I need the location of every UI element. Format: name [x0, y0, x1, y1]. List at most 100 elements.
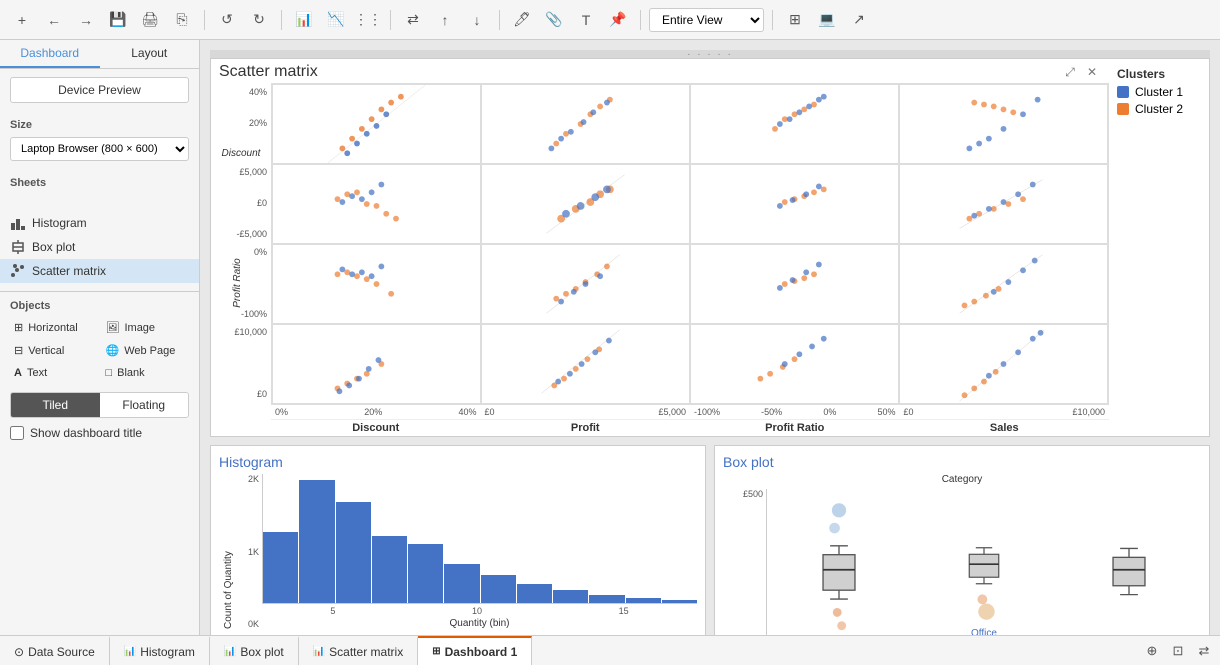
scatter-y-axis: 40% 20% Discount £5,000 £0 -£5,000: [211, 83, 271, 405]
cell-13: [899, 164, 1108, 244]
annotate-button[interactable]: 📎: [540, 6, 568, 34]
forward-button[interactable]: →: [72, 6, 100, 34]
scatter-button[interactable]: ⋮⋮: [354, 6, 382, 34]
new-button[interactable]: +: [8, 6, 36, 34]
histogram-bars-container: 5 10 15 Quantity (bin): [262, 474, 697, 629]
share-button[interactable]: ↗: [845, 6, 873, 34]
tab-dashboard[interactable]: Dashboard: [0, 40, 100, 68]
y-row-profit: £5,000 £0 -£5,000: [211, 163, 271, 243]
cluster1-label: Cluster 1: [1135, 85, 1183, 99]
tab-scatter-matrix[interactable]: 📊 Scatter matrix: [299, 636, 418, 665]
tab-histogram[interactable]: 📊 Histogram: [110, 636, 210, 665]
left-panel: Dashboard Layout Device Preview Size Lap…: [0, 40, 200, 635]
save-button[interactable]: 💾: [104, 6, 132, 34]
object-blank[interactable]: □ Blank: [102, 364, 190, 382]
scatter-expand-button[interactable]: ⤢: [1061, 63, 1079, 81]
scatter-grid: [271, 83, 1109, 405]
size-dropdown[interactable]: Laptop Browser (800 × 600): [10, 137, 189, 161]
sheet-item-boxplot[interactable]: Box plot: [0, 235, 199, 259]
scatter-grid-container: 40% 20% Discount £5,000 £0 -£5,000: [211, 83, 1109, 405]
show-title-container: Show dashboard title: [10, 426, 189, 440]
cell-30: [272, 324, 481, 404]
device-button[interactable]: 💻: [813, 6, 841, 34]
boxplot-title: Box plot: [723, 454, 1201, 470]
object-horizontal[interactable]: ⊞ Horizontal: [10, 318, 98, 337]
undo-button[interactable]: ↺: [213, 6, 241, 34]
x-title-sales: Sales: [900, 420, 1110, 436]
bar-1: [263, 532, 298, 603]
swap-sheet-button[interactable]: ⇄: [1192, 639, 1216, 663]
text-button[interactable]: T: [572, 6, 600, 34]
bar-10: [589, 595, 624, 603]
object-text[interactable]: A Text: [10, 364, 98, 382]
tab-dashboard-1[interactable]: ⊞ Dashboard 1: [418, 636, 532, 665]
y-row-discount: 40% 20% Discount: [211, 83, 271, 163]
device-preview-button[interactable]: Device Preview: [10, 77, 189, 103]
tiled-button[interactable]: Tiled: [11, 393, 100, 417]
chart-button[interactable]: 📊: [290, 6, 318, 34]
object-webpage[interactable]: 🌐 Web Page: [102, 341, 190, 360]
pin-button[interactable]: 📌: [604, 6, 632, 34]
x-ticks-profit: £0£5,000: [481, 405, 691, 419]
object-vertical[interactable]: ⊟ Vertical: [10, 341, 98, 360]
print-button[interactable]: 🖨: [136, 6, 164, 34]
add-sheet-button[interactable]: ⊕: [1140, 639, 1164, 663]
bar-8: [517, 584, 552, 603]
bar-12: [662, 600, 697, 603]
cell-01: [481, 84, 690, 164]
cluster2-label: Cluster 2: [1135, 102, 1183, 116]
view-dropdown[interactable]: Entire View Standard Fit Width: [649, 8, 764, 32]
tab-data-source[interactable]: ⊙ Data Source: [0, 636, 110, 665]
panel-tabs: Dashboard Layout: [0, 40, 199, 69]
object-image[interactable]: 🖼 Image: [102, 318, 190, 337]
swap-button[interactable]: ⇄: [399, 6, 427, 34]
text-icon: A: [14, 367, 22, 379]
scatter-x-titles: Discount Profit Profit Ratio Sales: [271, 419, 1109, 436]
resize-handle[interactable]: · · · · ·: [210, 50, 1210, 58]
tab-layout[interactable]: Layout: [100, 40, 200, 68]
histogram-tab-label: Histogram: [140, 645, 195, 659]
scatter-close-button[interactable]: ✕: [1083, 63, 1101, 81]
back-button[interactable]: ←: [40, 6, 68, 34]
separator-2: [281, 10, 282, 30]
redo-button[interactable]: ↻: [245, 6, 273, 34]
sheet-item-histogram[interactable]: Histogram: [0, 211, 199, 235]
y-row-profit-ratio: 0% -100% Profit Ratio: [211, 243, 271, 323]
sheet-name-histogram: Histogram: [32, 216, 87, 230]
duplicate-sheet-button[interactable]: ⊡: [1166, 639, 1190, 663]
cluster1-color: [1117, 86, 1129, 98]
tab-box-plot[interactable]: 📊 Box plot: [210, 636, 299, 665]
tiled-floating-toggle: Tiled Floating: [10, 392, 189, 418]
y-row-sales: £10,000 £0: [211, 323, 271, 403]
grid-button[interactable]: ⊞: [781, 6, 809, 34]
boxplot-y-ticks: £500 £0: [738, 489, 766, 635]
sheet-item-scatter[interactable]: Scatter matrix: [0, 259, 199, 283]
histogram-icon: [10, 215, 26, 231]
floating-button[interactable]: Floating: [100, 393, 189, 417]
status-bar: ⊙ Data Source 📊 Histogram 📊 Box plot 📊 S…: [0, 635, 1220, 665]
objects-title: Objects: [10, 300, 189, 312]
x-ticks-discount: 0%20%40%: [271, 405, 481, 419]
boxplot-category-label: Category: [723, 474, 1201, 485]
bar-7: [481, 575, 516, 603]
sort-asc-button[interactable]: ↑: [431, 6, 459, 34]
x-title-ratio: Profit Ratio: [690, 420, 900, 436]
cell-21: [481, 244, 690, 324]
sort-desc-button[interactable]: ↓: [463, 6, 491, 34]
cluster2-color: [1117, 103, 1129, 115]
highlight-button[interactable]: 🖊: [508, 6, 536, 34]
bar-2: [299, 480, 334, 603]
bar-5: [408, 544, 443, 603]
boxplot-chart-area: Profit £500 £0: [723, 489, 1201, 635]
bar-chart-button[interactable]: 📉: [322, 6, 350, 34]
office-supplies-label: Office Supplies: [954, 628, 1014, 635]
copy-button[interactable]: ⎘: [168, 6, 196, 34]
separator-4: [499, 10, 500, 30]
sheets-list: Histogram Box plot Scatter matri: [0, 203, 199, 291]
separator-6: [772, 10, 773, 30]
histogram-y-title: Count of Quantity: [219, 474, 234, 629]
size-title: Size: [10, 119, 189, 131]
show-title-checkbox[interactable]: [10, 426, 24, 440]
cell-32: [690, 324, 899, 404]
legend-title: Clusters: [1117, 67, 1201, 81]
